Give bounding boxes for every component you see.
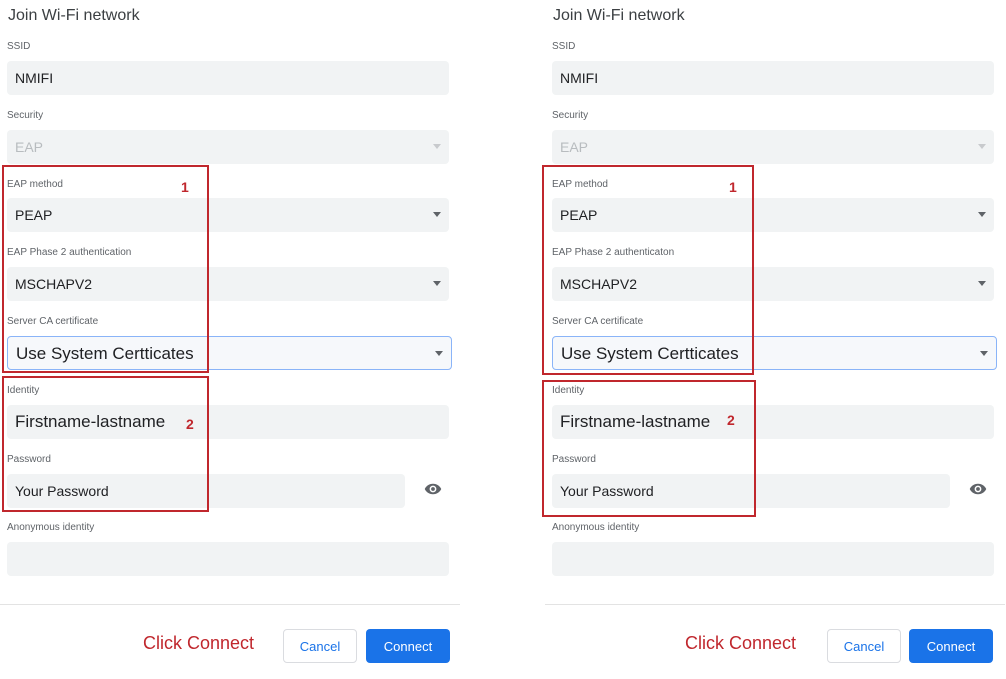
annotation-marker-2: 2	[186, 416, 194, 432]
security-select: EAP	[7, 130, 449, 164]
eye-icon[interactable]	[424, 480, 442, 498]
connect-button[interactable]: Connect	[366, 629, 450, 663]
wifi-dialog-right: Join Wi-Fi network SSID NMIFI Security E…	[542, 0, 1005, 679]
security-label: Security	[7, 110, 44, 121]
chevron-down-icon	[435, 351, 443, 356]
ssid-value: NMIFI	[15, 70, 54, 86]
annotation-marker-2: 2	[727, 412, 735, 428]
ssid-label: SSID	[7, 41, 31, 52]
chevron-down-icon	[433, 212, 441, 217]
anonymous-identity-input[interactable]	[552, 542, 994, 576]
security-label: Security	[552, 110, 589, 121]
annotation-box-2	[2, 376, 209, 512]
chevron-down-icon	[980, 351, 988, 356]
chevron-down-icon	[978, 281, 986, 286]
ssid-value: NMIFI	[560, 70, 599, 86]
chevron-down-icon	[978, 212, 986, 217]
ssid-label: SSID	[552, 41, 576, 52]
cancel-button[interactable]: Cancel	[827, 629, 901, 663]
footer-divider	[0, 604, 460, 605]
footer-divider	[545, 604, 1005, 605]
click-connect-note: Click Connect	[143, 633, 255, 653]
anonymous-identity-label: Anonymous identity	[7, 522, 95, 533]
annotation-marker-1: 1	[729, 179, 737, 195]
chevron-down-icon	[978, 144, 986, 149]
eye-icon[interactable]	[969, 480, 987, 498]
security-value: EAP	[560, 139, 589, 155]
dialog-title: Join Wi-Fi network	[553, 7, 685, 24]
annotation-box-1	[2, 165, 209, 373]
anonymous-identity-label: Anonymous identity	[552, 522, 640, 533]
security-select: EAP	[552, 130, 994, 164]
dialog-title: Join Wi-Fi network	[8, 7, 140, 24]
chevron-down-icon	[433, 281, 441, 286]
ssid-field[interactable]: NMIFI	[7, 61, 449, 95]
connect-button[interactable]: Connect	[909, 629, 993, 663]
anonymous-identity-input[interactable]	[7, 542, 449, 576]
annotation-box-1	[542, 165, 754, 375]
annotation-box-2	[542, 380, 756, 517]
ssid-field[interactable]: NMIFI	[552, 61, 994, 95]
cancel-button[interactable]: Cancel	[283, 629, 357, 663]
wifi-dialog-left: Join Wi-Fi network SSID NMIFI Security E…	[0, 0, 460, 679]
click-connect-note: Click Connect	[685, 633, 797, 653]
security-value: EAP	[15, 139, 44, 155]
chevron-down-icon	[433, 144, 441, 149]
annotation-marker-1: 1	[181, 179, 189, 195]
